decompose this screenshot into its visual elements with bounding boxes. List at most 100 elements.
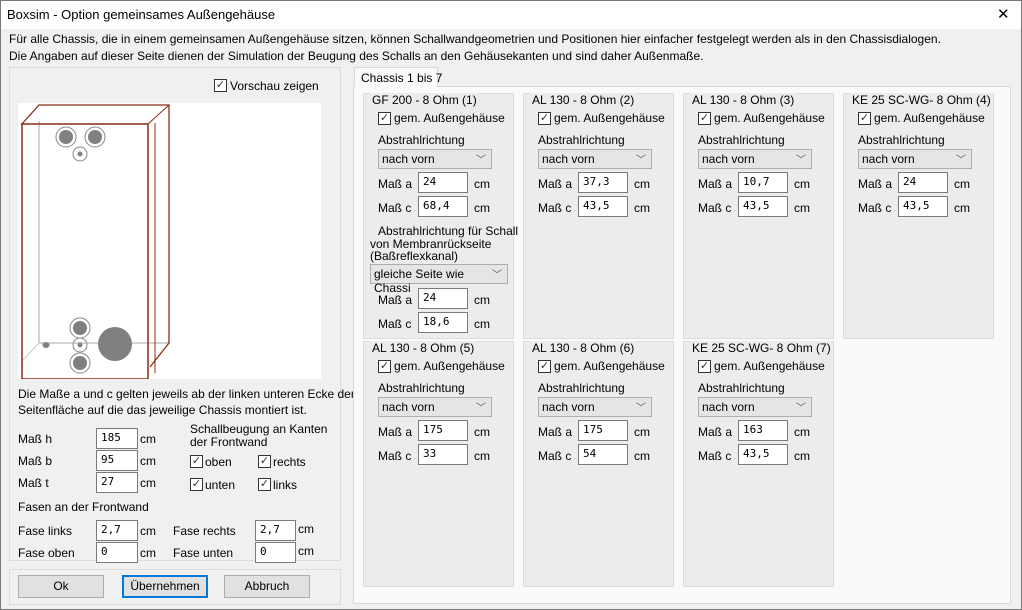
- info-text-2: Die Angaben auf dieser Seite dienen der …: [9, 49, 704, 63]
- unit: cm: [634, 201, 650, 215]
- apply-button[interactable]: Übernehmen: [122, 575, 208, 598]
- bevel-right-input[interactable]: 2,7: [255, 520, 296, 541]
- unit: cm: [474, 425, 490, 439]
- direction-select[interactable]: nach vorn ﹀: [378, 149, 492, 169]
- chassis-title: KE 25 SC-WG- 8 Ohm (7): [690, 341, 833, 355]
- edge-top-checkbox[interactable]: ✓: [190, 455, 203, 468]
- rear-a-input[interactable]: 24: [418, 288, 468, 309]
- c-input[interactable]: 43,5: [898, 196, 948, 217]
- edge-left-checkbox[interactable]: ✓: [258, 478, 271, 491]
- bevel-left-input[interactable]: 2,7: [96, 520, 138, 541]
- cancel-button[interactable]: Abbruch: [224, 575, 310, 598]
- height-label: Maß h: [18, 432, 53, 446]
- a-input[interactable]: 37,3: [578, 172, 628, 193]
- direction-value: nach vorn: [542, 400, 595, 414]
- chassis-group: AL 130 - 8 Ohm (5) ✓ gem. Außengehäuse A…: [363, 341, 514, 587]
- unit: cm: [634, 449, 650, 463]
- bevel-bottom-input[interactable]: 0: [255, 542, 296, 563]
- c-input[interactable]: 54: [578, 444, 628, 465]
- common-housing-checkbox[interactable]: ✓: [378, 112, 391, 125]
- chassis-title: GF 200 - 8 Ohm (1): [370, 93, 479, 107]
- rear-c-input[interactable]: 18,6: [418, 312, 468, 333]
- c-label: Maß c: [698, 449, 732, 463]
- c-label: Maß c: [858, 201, 892, 215]
- unit: cm: [794, 177, 810, 191]
- note-text-1: Die Maße a und c gelten jeweils ab der l…: [18, 387, 355, 401]
- chassis-title: KE 25 SC-WG- 8 Ohm (4): [850, 93, 993, 107]
- a-input[interactable]: 175: [418, 420, 468, 441]
- rear-direction-label-3: (Baßreflexkanal): [370, 249, 459, 263]
- unit: cm: [634, 425, 650, 439]
- common-housing-checkbox[interactable]: ✓: [858, 112, 871, 125]
- edge-bottom-checkbox[interactable]: ✓: [190, 478, 203, 491]
- c-label: Maß c: [378, 449, 412, 463]
- common-housing-checkbox[interactable]: ✓: [698, 112, 711, 125]
- a-input[interactable]: 175: [578, 420, 628, 441]
- rear-a-label: Maß a: [378, 293, 413, 307]
- c-input[interactable]: 33: [418, 444, 468, 465]
- direction-label: Abstrahlrichtung: [538, 381, 625, 395]
- c-label: Maß c: [538, 449, 572, 463]
- direction-select[interactable]: nach vorn ﹀: [538, 397, 652, 417]
- rear-direction-label: Abstrahlrichtung für Schall: [378, 224, 519, 238]
- height-input[interactable]: 185: [96, 428, 138, 449]
- c-input[interactable]: 43,5: [578, 196, 628, 217]
- common-housing-checkbox[interactable]: ✓: [538, 112, 551, 125]
- width-input[interactable]: 95: [96, 450, 138, 471]
- c-input[interactable]: 43,5: [738, 444, 788, 465]
- chassis-group: AL 130 - 8 Ohm (2) ✓ gem. Außengehäuse A…: [523, 93, 674, 339]
- common-housing-label: gem. Außengehäuse: [394, 111, 505, 125]
- bevel-top-label: Fase oben: [18, 546, 75, 560]
- tab-chassis-1-7[interactable]: Chassis 1 bis 7: [354, 67, 442, 87]
- ok-button[interactable]: Ok: [18, 575, 104, 598]
- unit: cm: [140, 454, 156, 468]
- chevron-down-icon: ﹀: [796, 155, 806, 166]
- unit: cm: [794, 425, 810, 439]
- a-input[interactable]: 24: [898, 172, 948, 193]
- rear-direction-select[interactable]: gleiche Seite wie Chassi ﹀: [370, 264, 508, 295]
- unit: cm: [474, 449, 490, 463]
- common-housing-checkbox[interactable]: ✓: [378, 360, 391, 373]
- chassis-title: AL 130 - 8 Ohm (2): [530, 93, 637, 107]
- direction-select[interactable]: nach vorn ﹀: [538, 149, 652, 169]
- c-input[interactable]: 68,4: [418, 196, 468, 217]
- unit: cm: [298, 522, 314, 536]
- a-input[interactable]: 10,7: [738, 172, 788, 193]
- direction-select[interactable]: nach vorn ﹀: [378, 397, 492, 417]
- enclosure-preview: [20, 104, 170, 380]
- edge-top-label: oben: [205, 455, 232, 469]
- unit: cm: [474, 317, 490, 331]
- c-input[interactable]: 43,5: [738, 196, 788, 217]
- direction-select[interactable]: nach vorn ﹀: [698, 149, 812, 169]
- common-housing-checkbox[interactable]: ✓: [538, 360, 551, 373]
- common-housing-label: gem. Außengehäuse: [394, 359, 505, 373]
- bevel-top-input[interactable]: 0: [96, 542, 138, 563]
- chassis-group: GF 200 - 8 Ohm (1) ✓ gem. Außengehäuse A…: [363, 93, 518, 339]
- common-housing-checkbox[interactable]: ✓: [698, 360, 711, 373]
- chassis-title: AL 130 - 8 Ohm (5): [370, 341, 477, 355]
- a-label: Maß a: [378, 425, 413, 439]
- unit: cm: [794, 201, 810, 215]
- c-label: Maß c: [378, 201, 412, 215]
- direction-label: Abstrahlrichtung: [698, 133, 785, 147]
- edge-left-label: links: [273, 478, 298, 492]
- direction-select[interactable]: nach vorn ﹀: [698, 397, 812, 417]
- common-housing-label: gem. Außengehäuse: [714, 111, 825, 125]
- direction-select[interactable]: nach vorn ﹀: [858, 149, 972, 169]
- preview-checkbox[interactable]: ✓: [214, 79, 227, 92]
- edge-right-checkbox[interactable]: ✓: [258, 455, 271, 468]
- close-icon[interactable]: ✕: [997, 5, 1010, 23]
- a-label: Maß a: [378, 177, 413, 191]
- a-label: Maß a: [858, 177, 893, 191]
- a-label: Maß a: [538, 177, 573, 191]
- direction-label: Abstrahlrichtung: [378, 381, 465, 395]
- unit: cm: [298, 544, 314, 558]
- direction-value: nach vorn: [382, 400, 435, 414]
- a-label: Maß a: [698, 425, 733, 439]
- a-input[interactable]: 24: [418, 172, 468, 193]
- chassis-group: KE 25 SC-WG- 8 Ohm (7) ✓ gem. Außengehäu…: [683, 341, 834, 587]
- depth-input[interactable]: 27: [96, 472, 138, 493]
- direction-label: Abstrahlrichtung: [378, 133, 465, 147]
- direction-value: nach vorn: [702, 400, 755, 414]
- a-input[interactable]: 163: [738, 420, 788, 441]
